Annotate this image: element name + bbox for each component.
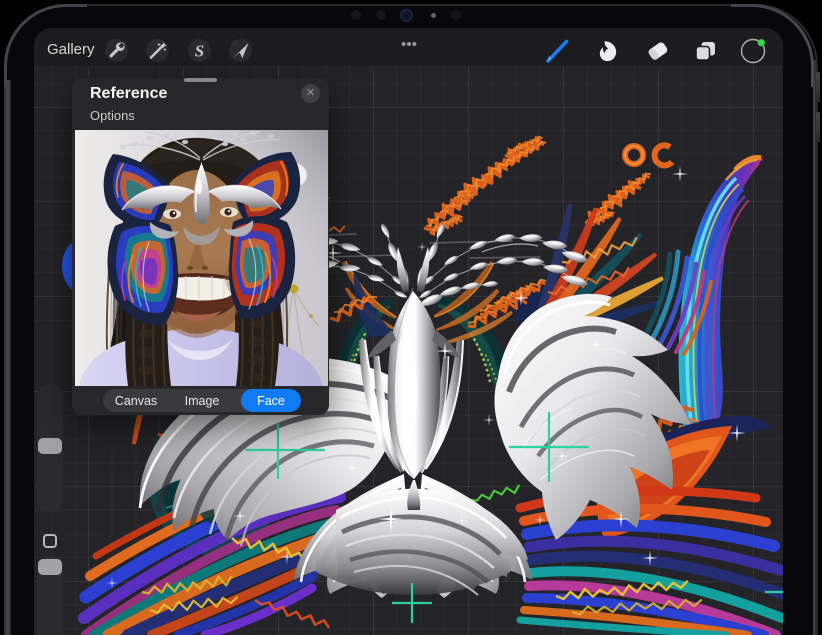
svg-text:S: S (195, 42, 204, 61)
